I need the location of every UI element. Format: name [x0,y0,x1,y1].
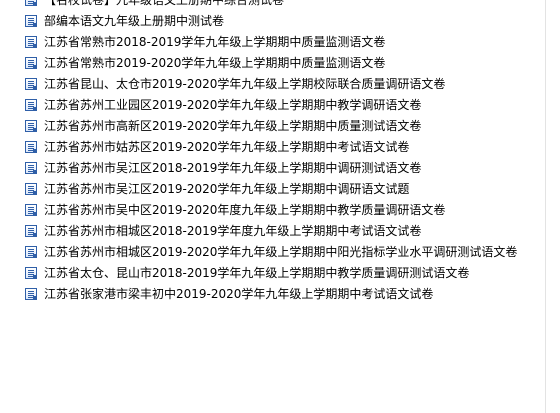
file-item[interactable]: 江苏省苏州市相城区2019-2020学年九年级上学期期中阳光指标学业水平调研测试… [0,242,545,263]
file-name: 江苏省苏州市姑苏区2019-2020学年九年级上学期期中考试语文试卷 [44,140,410,154]
word-document-icon [25,0,37,6]
word-document-icon [25,15,37,27]
file-name: 江苏省张家港市梁丰初中2019-2020学年九年级上学期期中考试语文试卷 [44,287,434,301]
word-document-icon [25,120,37,132]
word-document-icon [25,57,37,69]
file-name: 江苏省苏州市吴江区2018-2019学年九年级上学期期中调研测试语文卷 [44,161,422,175]
word-document-icon [25,183,37,195]
word-document-icon [25,246,37,258]
file-name: 【名校试卷】九年级语文上册期中综合测试卷 [44,0,285,7]
file-name: 江苏省苏州市相城区2019-2020学年九年级上学期期中阳光指标学业水平调研测试… [44,245,518,259]
file-item[interactable]: 江苏省苏州市吴江区2019-2020学年九年级上学期期中调研语文试题 [0,179,545,200]
file-list: 【名校试卷】九年级语文上册期中综合测试卷 部编本语文九年级上册期中测试卷 江苏省… [0,0,546,413]
file-item[interactable]: 江苏省张家港市梁丰初中2019-2020学年九年级上学期期中考试语文试卷 [0,284,545,305]
word-document-icon [25,141,37,153]
file-name: 江苏省苏州市相城区2018-2019学年度九年级上学期期中考试语文试卷 [44,224,422,238]
file-item[interactable]: 【名校试卷】九年级语文上册期中综合测试卷 [0,0,545,11]
word-document-icon [25,225,37,237]
file-item[interactable]: 江苏省太仓、昆山市2018-2019学年九年级上学期期中教学质量调研测试语文卷 [0,263,545,284]
file-item[interactable]: 部编本语文九年级上册期中测试卷 [0,11,545,32]
word-document-icon [25,162,37,174]
file-item[interactable]: 江苏省昆山、太仓市2019-2020学年九年级上学期校际联合质量调研语文卷 [0,74,545,95]
file-name: 江苏省苏州工业园区2019-2020学年九年级上学期期中教学调研语文卷 [44,98,422,112]
file-name: 江苏省苏州市高新区2019-2020学年九年级上学期期中质量测试语文卷 [44,119,422,133]
word-document-icon [25,267,37,279]
file-name: 江苏省太仓、昆山市2018-2019学年九年级上学期期中教学质量调研测试语文卷 [44,266,470,280]
file-item[interactable]: 江苏省苏州市吴江区2018-2019学年九年级上学期期中调研测试语文卷 [0,158,545,179]
file-name: 部编本语文九年级上册期中测试卷 [44,14,225,28]
word-document-icon [25,288,37,300]
file-item[interactable]: 江苏省常熟市2019-2020学年九年级上学期期中质量监测语文卷 [0,53,545,74]
word-document-icon [25,36,37,48]
word-document-icon [25,204,37,216]
file-name: 江苏省苏州市吴江区2019-2020学年九年级上学期期中调研语文试题 [44,182,410,196]
file-item[interactable]: 江苏省苏州市姑苏区2019-2020学年九年级上学期期中考试语文试卷 [0,137,545,158]
file-item[interactable]: 江苏省苏州市吴中区2019-2020年度九年级上学期期中教学质量调研语文卷 [0,200,545,221]
file-item[interactable]: 江苏省苏州市相城区2018-2019学年度九年级上学期期中考试语文试卷 [0,221,545,242]
file-item[interactable]: 江苏省常熟市2018-2019学年九年级上学期期中质量监测语文卷 [0,32,545,53]
file-name: 江苏省苏州市吴中区2019-2020年度九年级上学期期中教学质量调研语文卷 [44,203,446,217]
file-item[interactable]: 江苏省苏州市高新区2019-2020学年九年级上学期期中质量测试语文卷 [0,116,545,137]
word-document-icon [25,78,37,90]
word-document-icon [25,99,37,111]
file-item[interactable]: 江苏省苏州工业园区2019-2020学年九年级上学期期中教学调研语文卷 [0,95,545,116]
file-name: 江苏省常熟市2018-2019学年九年级上学期期中质量监测语文卷 [44,35,386,49]
file-name: 江苏省常熟市2019-2020学年九年级上学期期中质量监测语文卷 [44,56,386,70]
file-name: 江苏省昆山、太仓市2019-2020学年九年级上学期校际联合质量调研语文卷 [44,77,446,91]
